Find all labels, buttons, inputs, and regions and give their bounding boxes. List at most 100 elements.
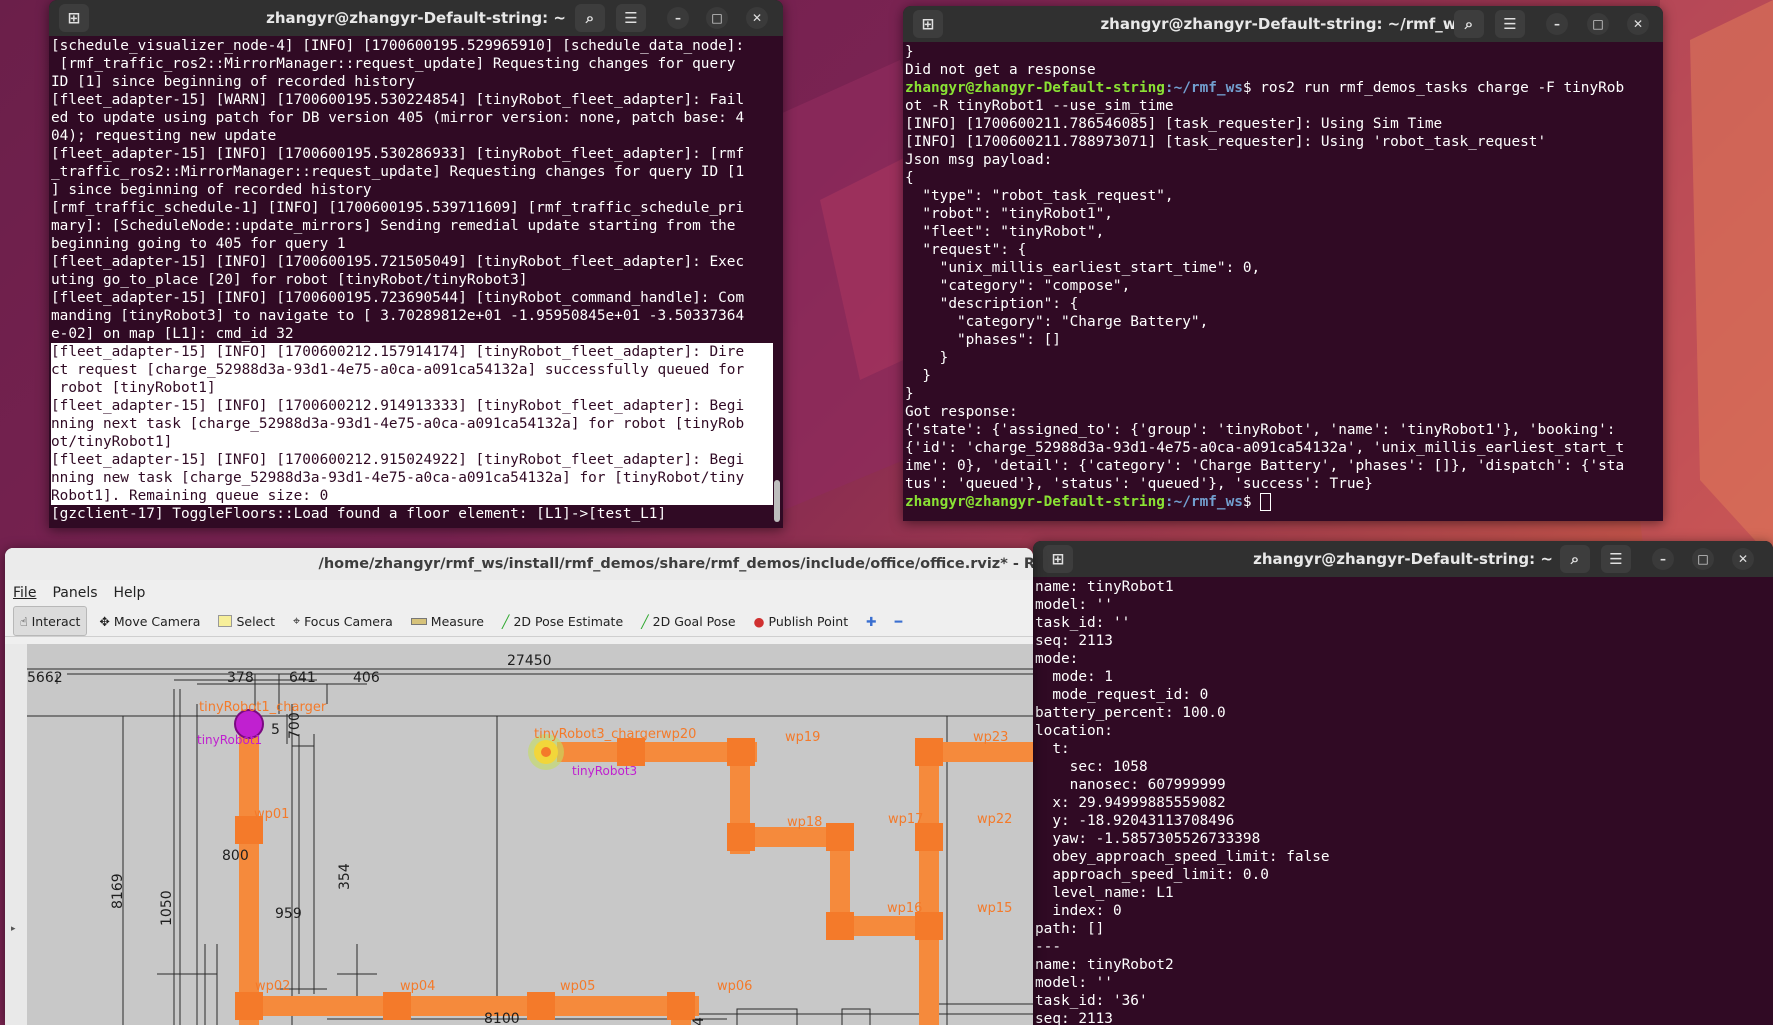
- charger-label: tinyRobot3_charger: [534, 727, 662, 742]
- terminal-window-robot-state[interactable]: ⊞ zhangyr@zhangyr-Default-string: ~ ⌕ ☰ …: [1033, 541, 1773, 1025]
- output-line: "fleet": "tinyRobot",: [905, 224, 1105, 240]
- minimize-icon[interactable]: –: [1546, 13, 1568, 35]
- menu-icon[interactable]: ☰: [1601, 545, 1631, 573]
- waypoint-label: wp20: [661, 727, 696, 742]
- waypoint-wp20[interactable]: [617, 738, 645, 766]
- terminal-output[interactable]: name: tinyRobot1 model: '' task_id: '' seq:…: [1033, 577, 1773, 1025]
- new-tab-icon[interactable]: ⊞: [913, 10, 943, 38]
- menu-panels[interactable]: Panels: [52, 585, 97, 601]
- maximize-icon[interactable]: □: [1692, 548, 1714, 570]
- rviz-titlebar[interactable]: /home/zhangyr/rmf_ws/install/rmf_demos/s…: [5, 548, 1033, 580]
- terminal-output[interactable]: [schedule_visualizer_node-4] [INFO] [170…: [49, 36, 775, 524]
- waypoint-wp16[interactable]: [826, 912, 854, 940]
- new-tab-icon[interactable]: ⊞: [1043, 545, 1073, 573]
- select-icon: [218, 615, 233, 627]
- menu-help[interactable]: Help: [114, 585, 146, 601]
- move-camera-tool[interactable]: ✥ Move Camera: [93, 607, 206, 635]
- output-line: {: [905, 170, 914, 186]
- output-line: "category": "Charge Battery",: [905, 314, 1209, 330]
- rviz-window[interactable]: /home/zhangyr/rmf_ws/install/rmf_demos/s…: [5, 548, 1033, 1025]
- maximize-icon[interactable]: □: [1587, 13, 1609, 35]
- output-line: nning next task [charge_52988d3a-93d1-4e…: [51, 415, 773, 433]
- output-line: tus': 'queued'}, 'status': 'queued'}, 's…: [905, 476, 1373, 492]
- waypoint-wp15[interactable]: [915, 912, 943, 940]
- menu-file[interactable]: File: [13, 585, 36, 601]
- interact-tool[interactable]: ☝ Interact: [13, 606, 88, 636]
- search-icon[interactable]: ⌕: [1560, 545, 1590, 573]
- minimize-icon[interactable]: –: [1652, 548, 1674, 570]
- output-line: {'id': 'charge_52988d3a-93d1-4e75-a0ca-a…: [905, 440, 1625, 456]
- output-line: [INFO] [1700600211.788973071] [task_requ…: [905, 134, 1547, 150]
- waypoint-label: wp23: [973, 730, 1008, 745]
- cursor[interactable]: [1260, 493, 1272, 511]
- waypoint-wp22[interactable]: [915, 823, 943, 851]
- minimize-icon[interactable]: –: [667, 7, 689, 29]
- waypoint-label: wp19: [785, 730, 820, 745]
- new-tab-icon[interactable]: ⊞: [59, 4, 89, 32]
- floorplan-walls: [27, 668, 1033, 1025]
- plus-icon: ✚: [866, 613, 877, 629]
- dim-label: 406: [353, 670, 380, 686]
- search-icon[interactable]: ⌕: [575, 4, 605, 32]
- output-line: location:: [1035, 723, 1113, 739]
- waypoint-wp19[interactable]: [727, 738, 755, 766]
- output-line: [fleet_adapter-15] [INFO] [1700600195.53…: [51, 146, 745, 162]
- waypoint-wp02[interactable]: [235, 992, 263, 1020]
- output-line: y: -18.92043113708496: [1035, 813, 1235, 829]
- waypoint-label: wp02: [255, 979, 290, 994]
- add-tool-button[interactable]: ✚: [860, 607, 882, 635]
- scrollbar[interactable]: [774, 480, 780, 522]
- waypoint-wp18[interactable]: [727, 823, 755, 851]
- output-line: beginning going to 405 for query 1: [51, 236, 346, 252]
- waypoint-wp05[interactable]: [527, 992, 555, 1020]
- goal-pose-tool[interactable]: ╱ 2D Goal Pose: [635, 607, 741, 635]
- waypoint-wp23[interactable]: [915, 738, 943, 766]
- output-line: name: tinyRobot1: [1035, 579, 1174, 595]
- terminal-titlebar[interactable]: ⊞ zhangyr@zhangyr-Default-string: ~ ⌕ ☰ …: [1033, 541, 1773, 577]
- dim-label: 1050: [159, 890, 175, 926]
- output-line: "request": {: [905, 242, 1027, 258]
- waypoint-wp17[interactable]: [826, 823, 854, 851]
- output-line: mary]: [ScheduleNode::update_mirrors] Se…: [51, 218, 736, 234]
- map-canvas[interactable]: 27450 5662 378 641 406 5 800 959 8100 70…: [27, 644, 1033, 1025]
- search-icon[interactable]: ⌕: [1454, 10, 1484, 38]
- waypoint-label: wp06: [717, 979, 752, 994]
- pose-estimate-tool[interactable]: ╱ 2D Pose Estimate: [496, 607, 629, 635]
- expand-arrow-icon[interactable]: ▸: [11, 924, 16, 934]
- menubar: File Panels Help: [5, 580, 1033, 606]
- select-tool[interactable]: Select: [212, 607, 281, 635]
- waypoint-wp04[interactable]: [383, 992, 411, 1020]
- remove-tool-button[interactable]: ━: [889, 607, 909, 635]
- output-line: ime': 0}, 'detail': {'category': 'Charge…: [905, 458, 1625, 474]
- terminal-window-task-requester[interactable]: ⊞ zhangyr@zhangyr-Default-string: ~/rmf_…: [903, 6, 1663, 521]
- maximize-icon[interactable]: □: [706, 7, 728, 29]
- 3d-viewport[interactable]: 27450 5662 378 641 406 5 800 959 8100 70…: [27, 644, 1033, 1025]
- window-title: zhangyr@zhangyr-Default-string: ~: [266, 9, 566, 27]
- output-line: Robot1]. Remaining queue size: 0: [51, 487, 773, 505]
- side-panel-strip[interactable]: ▸: [5, 644, 27, 1025]
- close-icon[interactable]: ✕: [1627, 13, 1649, 35]
- terminal-window-logs[interactable]: ⊞ zhangyr@zhangyr-Default-string: ~ ⌕ ☰ …: [49, 0, 783, 528]
- dim-label: 959: [275, 906, 302, 922]
- prompt-symbol: $: [1242, 494, 1261, 510]
- publish-point-tool[interactable]: ● Publish Point: [748, 607, 855, 635]
- output-line: [fleet_adapter-15] [INFO] [1700600212.91…: [51, 451, 773, 469]
- robot3-center: [541, 747, 551, 757]
- output-line: [INFO] [1700600211.786546085] [task_requ…: [905, 116, 1443, 132]
- menu-icon[interactable]: ☰: [616, 4, 646, 32]
- waypoint-wp06[interactable]: [667, 992, 695, 1020]
- output-line: ---: [1035, 939, 1061, 955]
- output-line: index: 0: [1035, 903, 1122, 919]
- terminal-titlebar[interactable]: ⊞ zhangyr@zhangyr-Default-string: ~ ⌕ ☰ …: [49, 0, 783, 36]
- close-icon[interactable]: ✕: [746, 7, 768, 29]
- output-line: "description": {: [905, 296, 1079, 312]
- terminal-titlebar[interactable]: ⊞ zhangyr@zhangyr-Default-string: ~/rmf_…: [903, 6, 1663, 42]
- output-line: [fleet_adapter-15] [INFO] [1700600212.15…: [51, 343, 773, 361]
- waypoint-label: wp22: [977, 812, 1012, 827]
- measure-tool[interactable]: Measure: [405, 607, 490, 635]
- menu-icon[interactable]: ☰: [1495, 10, 1525, 38]
- close-icon[interactable]: ✕: [1732, 548, 1754, 570]
- terminal-output[interactable]: } Did not get a response zhangyr@zhangyr…: [903, 42, 1663, 512]
- output-line: [fleet_adapter-15] [INFO] [1700600212.91…: [51, 397, 773, 415]
- focus-camera-tool[interactable]: ⌖ Focus Camera: [287, 607, 399, 635]
